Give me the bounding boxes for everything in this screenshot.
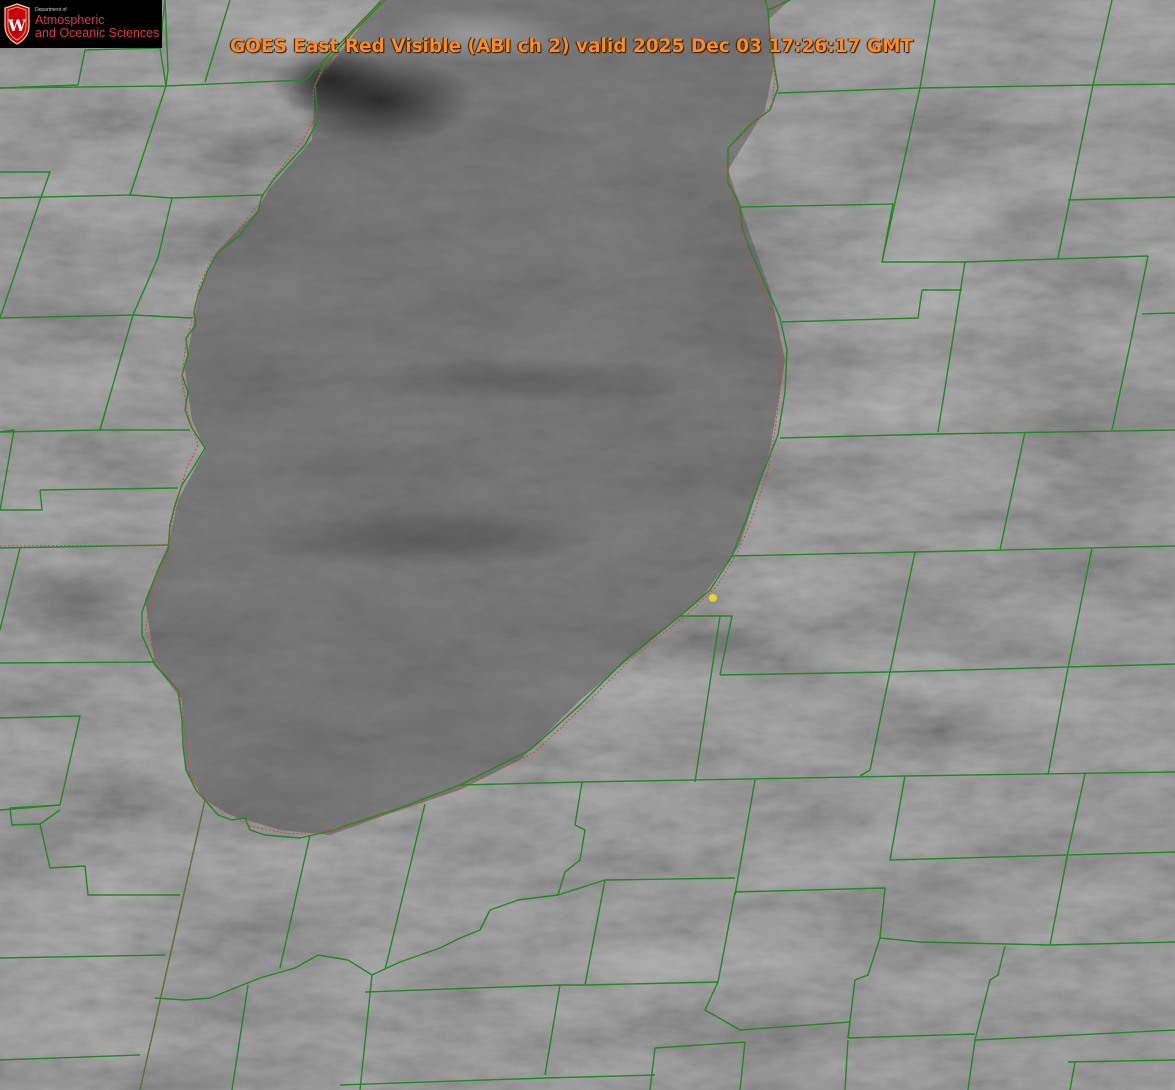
cloud-band-dark: [240, 512, 600, 568]
satellite-map-viewer: W Department of Atmospheric and Oceanic …: [0, 0, 1175, 1090]
logo-line-atmospheric: Atmospheric: [35, 12, 105, 27]
seal-letter: W: [7, 16, 27, 35]
aos-logo: W Department of Atmospheric and Oceanic …: [0, 0, 162, 48]
logo-line-oceanic: and Oceanic Sciences: [35, 25, 160, 40]
logo-text: Department of Atmospheric and Oceanic Sc…: [35, 7, 160, 40]
cloud-cell-bright: [580, 935, 720, 995]
cloud-band-dark: [320, 358, 720, 402]
uw-seal-icon: W: [4, 3, 30, 45]
image-title: GOES East Red Visible (ABI ch 2) valid 2…: [230, 36, 914, 57]
satellite-image: [0, 0, 1175, 1090]
location-marker[interactable]: [709, 594, 717, 602]
